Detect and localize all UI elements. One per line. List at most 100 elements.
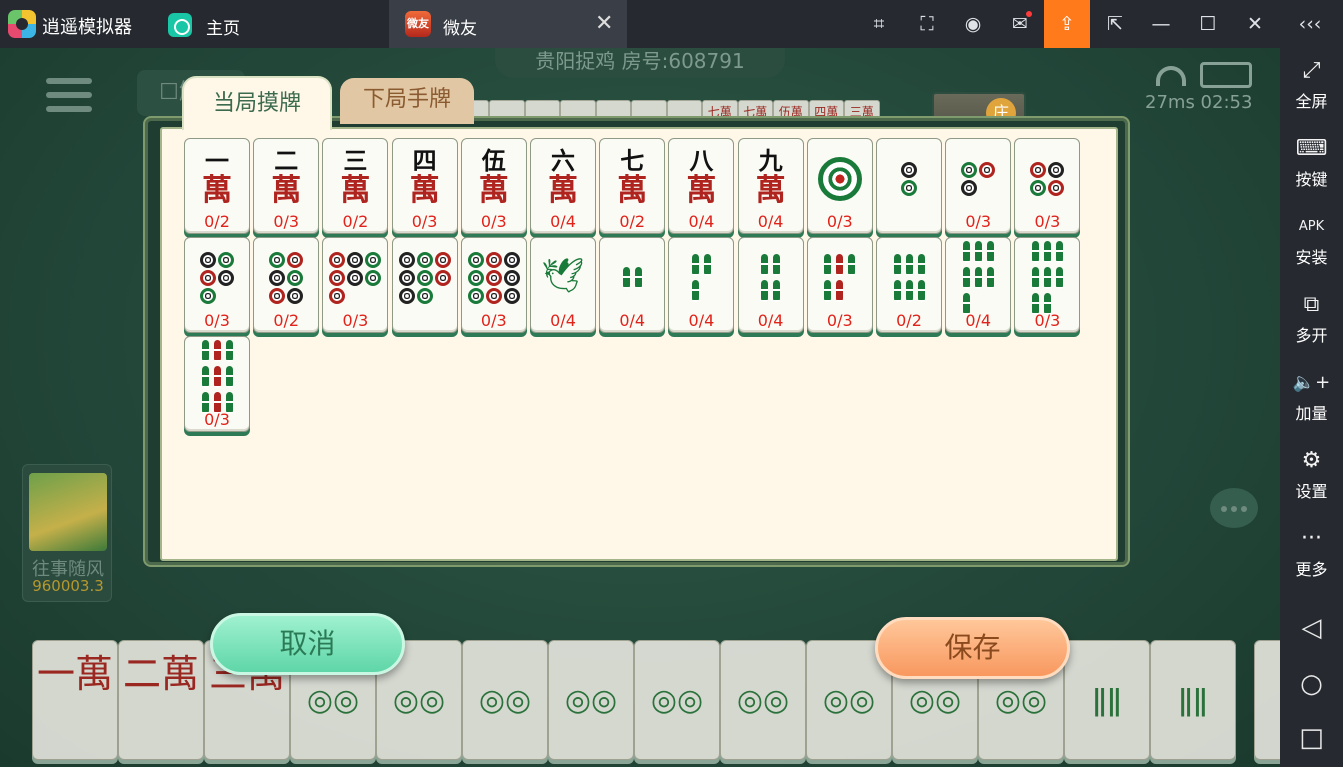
tab-next-hand[interactable]: 下局手牌 xyxy=(340,78,474,124)
tile-option[interactable]: 三萬 0/2 xyxy=(322,138,389,234)
tile-option[interactable]: 0/4 xyxy=(737,237,804,333)
hand-tile[interactable]: ◎◎ xyxy=(634,640,720,760)
hand-tile[interactable]: ◎◎ xyxy=(548,640,634,760)
tile-count: 0/3 xyxy=(1034,212,1061,231)
upload-icon[interactable]: ⇪ xyxy=(1044,0,1090,48)
tile-count: 0/2 xyxy=(342,212,369,231)
tile-option[interactable]: 0/3 xyxy=(945,138,1012,234)
wifi-icon xyxy=(1156,66,1186,86)
more-icon: ··· xyxy=(1301,526,1322,551)
tile-option[interactable]: 一萬 0/2 xyxy=(184,138,250,234)
hand-tile[interactable]: 二萬 xyxy=(118,640,204,760)
tile-option[interactable] xyxy=(391,237,458,333)
cancel-button[interactable]: 取消 xyxy=(210,613,405,675)
tab-close-icon[interactable]: ✕ xyxy=(595,11,613,36)
back-nav-icon[interactable]: ◁ xyxy=(1280,608,1343,648)
menu-icon[interactable] xyxy=(46,78,92,112)
mail-icon[interactable]: ✉ xyxy=(997,0,1043,48)
gear-icon: ⚙ xyxy=(1301,448,1322,473)
tile-option[interactable]: 0/4 xyxy=(945,237,1012,333)
tile-option[interactable]: 0/3 xyxy=(1014,138,1081,234)
tile-suit: 萬 xyxy=(409,173,440,208)
hand-tile[interactable]: ǁǁ xyxy=(1254,640,1280,760)
tile-count: 0/3 xyxy=(273,212,300,231)
player-card: 往事随风 960003.3 xyxy=(22,464,112,602)
sidebar-item-settings[interactable]: ⚙ 设置 xyxy=(1280,444,1343,514)
hand-tile[interactable]: ◎◎ xyxy=(462,640,548,760)
fullscreen-exit-icon[interactable]: ⇱ xyxy=(1092,0,1138,48)
tile-option[interactable]: 伍萬 0/3 xyxy=(460,138,527,234)
tab-weiyou[interactable]: 微友 微友 ✕ xyxy=(389,0,627,48)
tile-option[interactable]: 0/4 xyxy=(599,237,666,333)
tile-option[interactable]: 0/3 xyxy=(322,237,389,333)
tile-option[interactable]: 0/3 xyxy=(806,138,873,234)
minimize-icon[interactable]: — xyxy=(1138,0,1184,48)
tile-rank: 八 xyxy=(689,147,714,175)
tile-suit: 萬 xyxy=(755,173,786,208)
tile-count: 0/3 xyxy=(480,311,507,330)
weiyou-app-icon: 微友 xyxy=(405,11,431,37)
tile-suit: 萬 xyxy=(340,173,371,208)
tile-option[interactable]: 0/3 xyxy=(184,237,250,333)
sidebar-item-install[interactable]: APK 安装 xyxy=(1280,210,1343,280)
account-icon[interactable]: ◉ xyxy=(950,0,996,48)
tile-count: 0/4 xyxy=(619,311,646,330)
bamboo-suit-icon xyxy=(669,238,733,314)
home-nav-icon[interactable]: ○ xyxy=(1280,664,1343,704)
tile-suit: 萬 xyxy=(617,173,648,208)
tile-option[interactable]: 七萬 0/2 xyxy=(599,138,666,234)
collapse-icon[interactable]: ‹‹‹ xyxy=(1287,0,1333,48)
circle-suit-icon xyxy=(185,238,249,314)
sidebar-item-more[interactable]: ··· 更多 xyxy=(1280,522,1343,592)
tile-option[interactable]: 九萬 0/4 xyxy=(737,138,804,234)
sidebar-item-fullscreen[interactable]: ⤢ 全屏 xyxy=(1280,54,1343,124)
recents-nav-icon[interactable]: □ xyxy=(1280,718,1343,758)
tile-option[interactable]: 六萬 0/4 xyxy=(530,138,596,234)
tile-option[interactable]: 0/3 xyxy=(184,336,250,432)
tile-count: 0/3 xyxy=(826,212,853,231)
home-icon[interactable] xyxy=(168,13,192,37)
tile-count: 0/3 xyxy=(204,311,230,330)
hand-tile[interactable]: ǁǁ xyxy=(1064,640,1150,760)
home-tab-label[interactable]: 主页 xyxy=(206,14,240,39)
save-button[interactable]: 保存 xyxy=(875,617,1070,679)
tile-option[interactable]: 0/2 xyxy=(253,237,320,333)
bamboo-suit-icon xyxy=(946,238,1010,315)
hand-tile[interactable]: ǁǁ xyxy=(1150,640,1236,760)
notification-dot xyxy=(1026,11,1032,17)
tile-option[interactable]: 四萬 0/3 xyxy=(391,138,458,234)
keyboard-icon: ⌨ xyxy=(1295,136,1328,161)
tile-option[interactable]: 二萬 0/3 xyxy=(253,138,320,234)
gamepad-icon[interactable]: ⌗ xyxy=(856,0,902,48)
tile-option[interactable]: 0/3 xyxy=(806,237,873,333)
tile-count: 0/3 xyxy=(826,311,853,330)
tile-option[interactable]: 0/4 xyxy=(668,237,735,333)
tile-option[interactable]: 0/3 xyxy=(1014,237,1081,333)
sidebar-item-keymap[interactable]: ⌨ 按键 xyxy=(1280,132,1343,202)
player-score: 960003.3 xyxy=(32,577,104,595)
tile-suit: 萬 xyxy=(478,173,509,208)
volume-up-icon: 🔈+ xyxy=(1292,372,1331,393)
maximize-icon[interactable]: ☐ xyxy=(1185,0,1231,48)
hand-tile[interactable]: 一萬 xyxy=(32,640,118,760)
tile-option[interactable] xyxy=(876,138,942,234)
tile-count: 0/3 xyxy=(342,311,369,330)
close-icon[interactable]: ✕ xyxy=(1232,0,1278,48)
tab-current-draw[interactable]: 当局摸牌 xyxy=(182,76,332,130)
hand-tile[interactable]: ◎◎ xyxy=(720,640,806,760)
screenshot-icon[interactable]: ⛶ xyxy=(904,0,950,48)
chat-icon[interactable] xyxy=(1210,488,1258,528)
tile-option[interactable]: 0/2 xyxy=(876,237,942,333)
emulator-sidebar: ⤢ 全屏 ⌨ 按键 APK 安装 ⧉ 多开 🔈+ 加量 ⚙ 设置 ··· 更多 ◁ ○ □ xyxy=(1280,48,1343,767)
sidebar-item-label: 加量 xyxy=(1295,404,1328,423)
sidebar-item-volume-up[interactable]: 🔈+ 加量 xyxy=(1280,366,1343,436)
tile-rank: 三 xyxy=(343,147,368,175)
emulator-titlebar: 逍遥模拟器 主页 微友 微友 ✕ ⌗ ⛶ ◉ ✉ ⇪ ⇱ — ☐ ✕ ‹‹‹ xyxy=(0,0,1343,48)
tile-count: 0/3 xyxy=(411,212,438,231)
battery-icon xyxy=(1200,62,1252,88)
sidebar-item-multi-instance[interactable]: ⧉ 多开 xyxy=(1280,288,1343,358)
tile-option[interactable]: 0/3 xyxy=(460,237,527,333)
tile-option[interactable]: 🕊 0/4 xyxy=(530,237,596,333)
tile-option[interactable]: 八萬 0/4 xyxy=(668,138,735,234)
bamboo-suit-icon xyxy=(877,238,941,314)
